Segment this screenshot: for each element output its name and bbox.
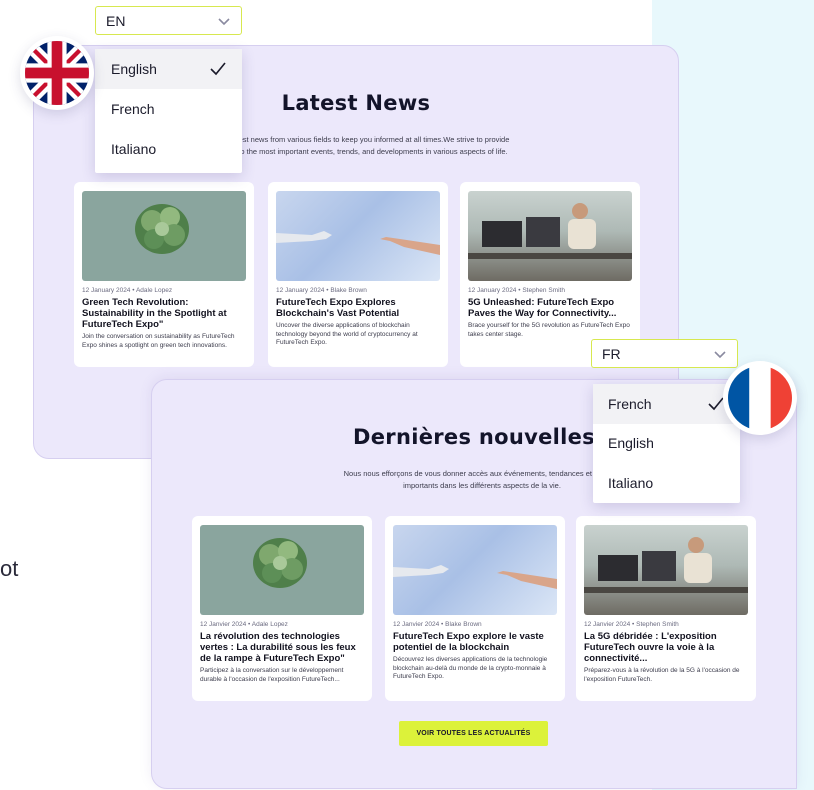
news-meta: 12 Janvier 2024 • Blake Brown [393,621,482,628]
news-title[interactable]: 5G Unleashed: FutureTech Expo Paves the … [468,297,632,319]
language-select-en[interactable]: EN [95,6,242,35]
checkmark-icon [708,397,724,410]
option-label: French [111,101,155,117]
language-dropdown-menu-en: English French Italiano [95,49,242,173]
news-meta: 12 January 2024 • Blake Brown [276,287,367,294]
language-option-italiano[interactable]: Italiano [95,129,242,169]
news-card[interactable]: 12 January 2024 • Adale Lopez Green Tech… [74,182,254,367]
news-title[interactable]: FutureTech Expo Explores Blockchain's Va… [276,297,440,319]
view-all-news-button[interactable]: VOIR TOUTES LES ACTUALITÉS [399,721,548,746]
news-meta: 12 Janvier 2024 • Stephen Smith [584,621,679,628]
news-description: Découvrez les diverses applications de l… [393,656,548,680]
checkmark-icon [210,62,226,76]
language-option-english[interactable]: English [593,424,740,464]
news-title[interactable]: La 5G débridée : L'exposition FutureTech… [584,631,748,664]
option-label: English [111,61,157,77]
news-description: Participez à la conversation sur le déve… [200,667,344,683]
news-card[interactable]: 12 Janvier 2024 • Adale Lopez La révolut… [192,516,372,701]
news-card[interactable]: 12 January 2024 • Blake Brown FutureTech… [268,182,448,367]
intro-line-1: Nous nous efforçons de vous donner accès… [343,469,621,478]
option-label: Italiano [608,474,654,491]
news-meta: 12 Janvier 2024 • Adale Lopez [200,621,288,628]
language-dropdown-menu-fr: French English Italiano [593,384,740,503]
intro-line-2: o the most important events, trends, and… [240,147,508,156]
news-description: Préparez-vous à la révolution de la 5G à… [584,667,740,683]
intro-line-1: est news from various fields to keep you… [238,135,510,144]
chevron-down-icon [714,350,726,358]
language-select-value: FR [602,345,621,362]
intro-line-2: importants dans les différents aspects d… [403,481,561,490]
news-title[interactable]: FutureTech Expo explore le vaste potenti… [393,631,557,653]
hands-image [393,525,557,615]
office-image [584,525,748,615]
hands-image [276,191,440,281]
language-option-french[interactable]: French [95,89,242,129]
plant-image [200,525,364,615]
news-description: Uncover the diverse applications of bloc… [276,322,418,346]
office-image [468,191,632,281]
language-select-fr[interactable]: FR [591,339,738,368]
news-card[interactable]: 12 Janvier 2024 • Stephen Smith La 5G dé… [576,516,756,701]
news-title[interactable]: Green Tech Revolution: Sustainability in… [82,297,246,330]
language-option-english[interactable]: English [95,49,242,89]
option-label: Italiano [111,141,157,157]
france-flag-icon [723,361,797,435]
language-option-italiano[interactable]: Italiano [593,463,740,503]
news-description: Brace yourself for the 5G revolution as … [468,322,630,338]
news-description: Join the conversation on sustainability … [82,333,235,349]
news-title[interactable]: La révolution des technologies vertes : … [200,631,364,664]
option-label: English [608,435,654,452]
option-label: French [608,395,652,412]
partial-side-text: ot [0,556,19,581]
language-option-french[interactable]: French [593,384,740,424]
news-card[interactable]: 12 Janvier 2024 • Blake Brown FutureTech… [385,516,565,701]
news-meta: 12 January 2024 • Stephen Smith [468,287,565,294]
uk-flag-icon [20,36,94,110]
plant-image [82,191,246,281]
news-meta: 12 January 2024 • Adale Lopez [82,287,173,294]
language-select-value: EN [106,12,126,29]
chevron-down-icon [218,17,230,25]
